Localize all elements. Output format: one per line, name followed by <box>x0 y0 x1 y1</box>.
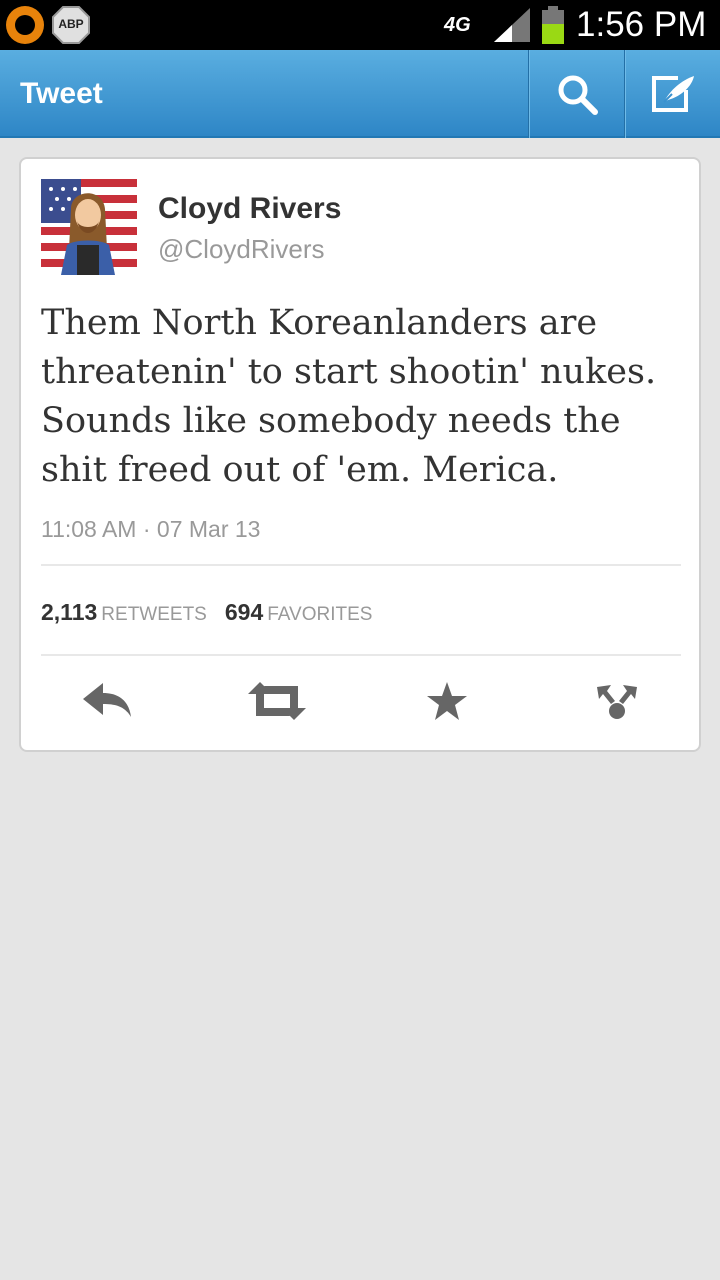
compose-icon <box>652 76 694 112</box>
notification-app-icon <box>6 6 44 44</box>
compose-button[interactable] <box>626 50 720 138</box>
clock: 1:56 PM <box>576 5 707 44</box>
retweets-count[interactable]: 2,113 <box>41 599 97 625</box>
search-button[interactable] <box>530 50 624 138</box>
share-button[interactable] <box>577 671 657 731</box>
user-name[interactable]: Cloyd Rivers <box>158 192 341 226</box>
page-title: Tweet <box>20 77 103 110</box>
avatar[interactable] <box>41 179 137 275</box>
favorite-icon <box>427 682 467 720</box>
signal-icon <box>494 8 530 42</box>
favorites-count[interactable]: 694 <box>225 599 263 625</box>
battery-icon <box>542 6 564 44</box>
share-icon <box>597 685 637 719</box>
favorite-button[interactable] <box>407 671 487 731</box>
retweet-icon <box>248 682 306 720</box>
tweet-stats: 2,113 RETWEETS 694 FAVORITES <box>41 599 390 626</box>
favorites-label[interactable]: FAVORITES <box>267 604 372 625</box>
adblock-label: ABP <box>58 17 84 31</box>
status-bar: ABP 4G 1:56 PM <box>0 0 720 50</box>
user-handle[interactable]: @CloydRivers <box>158 234 325 265</box>
divider <box>41 564 681 566</box>
tweet-text: Them North Koreanlanders are threatenin'… <box>41 303 657 490</box>
retweet-button[interactable] <box>237 671 317 731</box>
retweets-label[interactable]: RETWEETS <box>101 604 207 625</box>
network-type-label: 4G <box>444 14 471 36</box>
tweet-timestamp: 11:08 AM · 07 Mar 13 <box>41 516 261 542</box>
reply-icon <box>83 683 131 717</box>
divider <box>41 654 681 656</box>
reply-button[interactable] <box>67 671 147 731</box>
search-icon <box>558 75 598 115</box>
tweet-card: Cloyd Rivers @CloydRivers Them North Kor… <box>19 157 701 752</box>
action-bar: Tweet <box>0 50 720 138</box>
